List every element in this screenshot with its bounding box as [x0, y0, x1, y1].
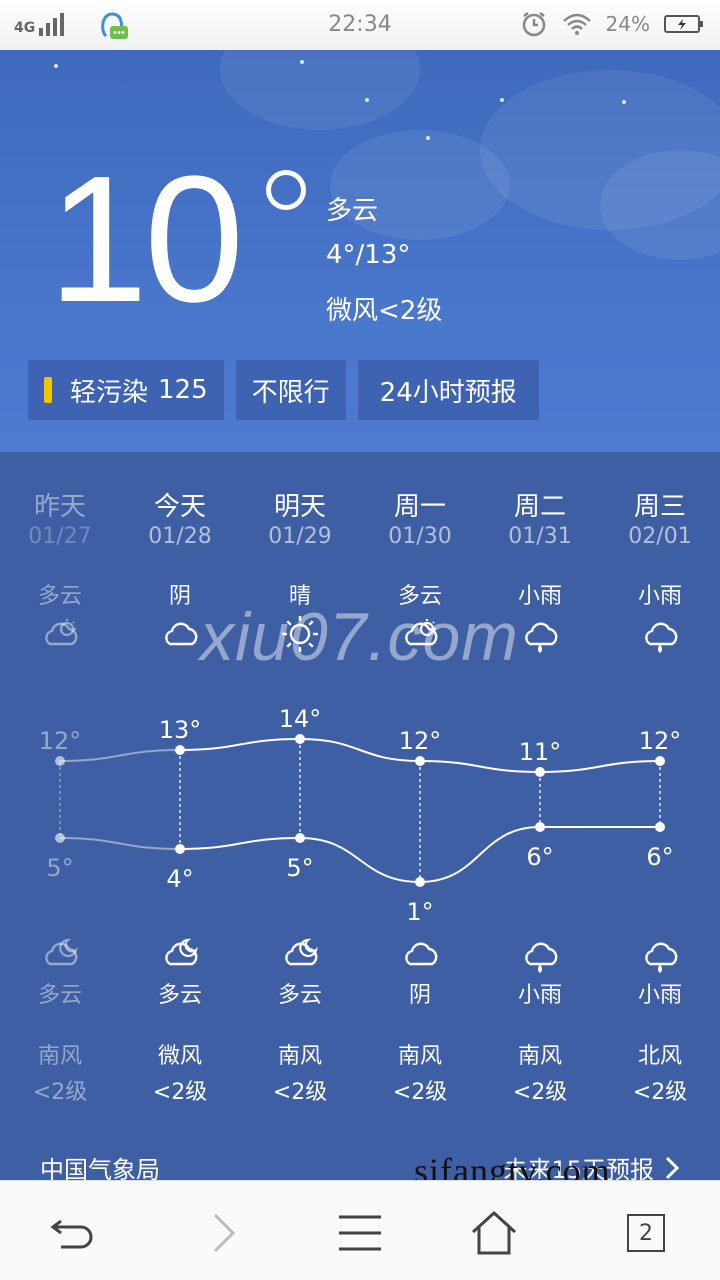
day-date: 01/31	[508, 524, 572, 549]
low-temperature-label: 4°	[166, 865, 193, 893]
high-temperature-label: 14°	[279, 705, 322, 733]
day-date: 01/27	[28, 524, 92, 549]
high-temperature-point	[295, 734, 305, 744]
day-date: 01/29	[268, 524, 332, 549]
low-temperature-label: 5°	[286, 854, 313, 882]
day-name[interactable]: 周三	[600, 486, 720, 523]
wind-direction: 南风	[37, 1044, 82, 1069]
cloudy-night-icon	[240, 934, 360, 974]
rain-icon	[480, 934, 600, 978]
high-temperature-point	[655, 756, 665, 766]
status-bar: 4G 22:34 24%	[0, 0, 720, 50]
temperature-range: 4°/13°	[326, 240, 411, 270]
current-condition: 多云	[326, 196, 379, 226]
night-condition: 多云	[277, 983, 322, 1008]
wind-direction: 微风	[157, 1044, 202, 1069]
aqi-value: 125	[158, 375, 208, 405]
high-temperature-point	[55, 756, 65, 766]
wind-direction: 南风	[397, 1044, 442, 1069]
aqi-label: 轻污染	[70, 377, 149, 408]
forecast-panel: 12° 13° 14° 12° 11° 12° 5° 4° 5° 1° 6° 6° 中国气象局 未来1…	[0, 452, 720, 1184]
rain-icon	[600, 934, 720, 978]
high-temperature-point	[175, 745, 185, 755]
day-name[interactable]: 周二	[480, 486, 600, 523]
wifi-icon	[562, 13, 591, 35]
low-temperature-line-past	[59, 837, 181, 850]
chevron-right-icon	[213, 1213, 236, 1253]
tab-count: 2	[627, 1214, 665, 1252]
day-name[interactable]: 周一	[360, 486, 480, 523]
wind-direction: 南风	[517, 1044, 562, 1069]
high-temperature-label: 12°	[39, 727, 82, 755]
traffic-restriction-pill[interactable]: 不限行	[235, 360, 346, 420]
watermark-text: xiu07.com	[200, 599, 519, 675]
battery-icon	[664, 15, 703, 33]
wind-direction: 南风	[277, 1044, 322, 1069]
day-condition: 小雨	[637, 584, 682, 609]
day-date: 01/30	[388, 524, 452, 549]
current-temperature: 10	[48, 139, 244, 340]
menu-icon	[339, 1215, 381, 1251]
aqi-pill[interactable]: 轻污染 125	[28, 360, 224, 420]
temperature-chart: 12° 13° 14° 12° 11° 12° 5° 4° 5° 1° 6° 6°	[39, 705, 682, 926]
low-temperature-point	[415, 877, 425, 887]
wind-level: <2级	[632, 1080, 688, 1105]
day-name[interactable]: 今天	[120, 486, 240, 523]
night-condition: 小雨	[517, 983, 562, 1008]
day-condition: 多云	[37, 584, 82, 609]
low-temperature-point	[55, 833, 65, 843]
wind-level: <2级	[152, 1080, 208, 1105]
low-temperature-label: 6°	[646, 843, 673, 871]
cloud-icon	[360, 934, 480, 974]
day-name[interactable]: 明天	[240, 486, 360, 523]
night-condition: 阴	[408, 983, 431, 1008]
home-button[interactable]	[466, 1205, 522, 1261]
low-temperature-label: 1°	[406, 898, 433, 926]
alarm-icon	[522, 12, 545, 37]
low-temperature-label: 6°	[526, 843, 553, 871]
battery-percent: 24%	[605, 12, 650, 36]
back-button[interactable]	[44, 1205, 100, 1261]
browser-nav-bar: 2	[0, 1180, 720, 1280]
high-temperature-label: 11°	[519, 738, 562, 766]
cloudy-night-icon	[120, 934, 240, 974]
low-temperature-point	[175, 844, 185, 854]
cloudy-night-icon	[0, 934, 120, 974]
back-arrow-icon	[50, 1219, 93, 1249]
wind-level: <2级	[32, 1080, 88, 1105]
night-condition: 多云	[37, 983, 82, 1008]
partly-cloudy-icon	[0, 614, 120, 654]
menu-button[interactable]	[332, 1205, 388, 1261]
low-temperature-point	[295, 833, 305, 843]
wind-level: <2级	[392, 1080, 448, 1105]
aqi-level-bar	[44, 377, 52, 403]
degree-symbol	[266, 170, 306, 210]
high-temperature-label: 12°	[399, 727, 442, 755]
low-temperature-point	[655, 822, 665, 832]
high-temperature-point	[535, 767, 545, 777]
forward-button[interactable]	[196, 1205, 252, 1261]
hourly-forecast-label: 24小时预报	[379, 377, 517, 408]
high-temperature-label: 12°	[639, 727, 682, 755]
high-temperature-label: 13°	[159, 716, 202, 744]
low-temperature-label: 5°	[46, 854, 73, 882]
wind-level: <2级	[272, 1080, 328, 1105]
night-condition: 多云	[157, 983, 202, 1008]
chevron-right-icon	[665, 1156, 680, 1179]
night-condition: 小雨	[637, 983, 682, 1008]
low-temperature-point	[535, 822, 545, 832]
tabs-button[interactable]: 2	[618, 1205, 674, 1261]
current-wind: 微风<2级	[326, 296, 443, 326]
high-temperature-point	[415, 756, 425, 766]
wind-direction: 北风	[637, 1044, 682, 1069]
current-weather-hero: 10 多云 4°/13° 微风<2级 轻污染 125 不限行 24小时预报	[0, 50, 720, 452]
day-date: 02/01	[628, 524, 692, 549]
traffic-restriction-label: 不限行	[251, 377, 330, 408]
day-name[interactable]: 昨天	[0, 486, 120, 523]
wind-level: <2级	[512, 1080, 568, 1105]
hourly-forecast-pill[interactable]: 24小时预报	[357, 360, 539, 420]
home-icon	[471, 1210, 517, 1255]
day-date: 01/28	[148, 524, 212, 549]
rain-icon	[600, 614, 720, 658]
